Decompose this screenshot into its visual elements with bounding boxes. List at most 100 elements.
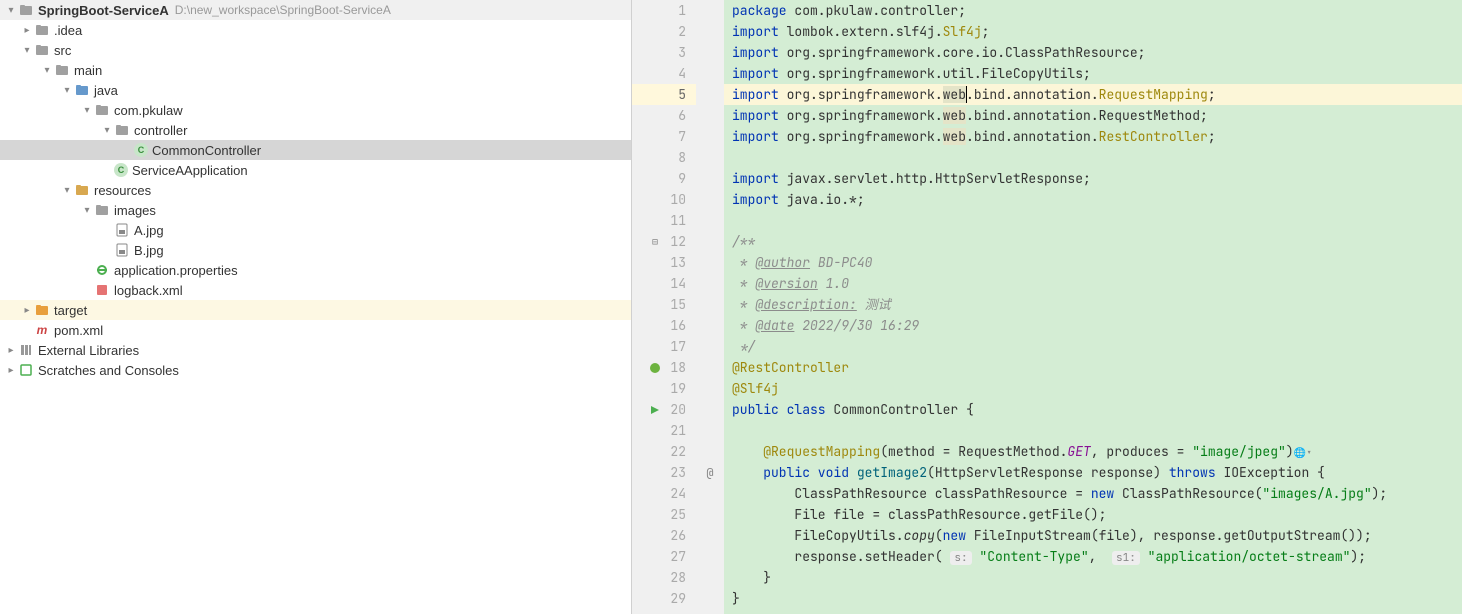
code-line-18[interactable]: @RestController (724, 357, 1462, 378)
chevron-right-icon[interactable]: ▸ (20, 25, 34, 36)
tree-ext-lib[interactable]: ▸ External Libraries (0, 340, 631, 360)
code-line-5[interactable]: import org.springframework.web.bind.anno… (724, 84, 1462, 105)
chevron-right-icon[interactable]: ▸ (4, 365, 18, 376)
gutter-line-2[interactable]: 2 (632, 21, 696, 42)
gutter-line-10[interactable]: 10 (632, 189, 696, 210)
code-line-9[interactable]: import javax.servlet.http.HttpServletRes… (724, 168, 1462, 189)
gutter-line-29[interactable]: 29 (632, 588, 696, 609)
code-line-11[interactable] (724, 210, 1462, 231)
gutter-line-16[interactable]: 16 (632, 315, 696, 336)
gutter-line-21[interactable]: 21 (632, 420, 696, 441)
gutter-line-26[interactable]: 26 (632, 525, 696, 546)
code-line-8[interactable] (724, 147, 1462, 168)
tree-app-props[interactable]: application.properties (0, 260, 631, 280)
code-line-6[interactable]: import org.springframework.web.bind.anno… (724, 105, 1462, 126)
code-line-22[interactable]: @RequestMapping(method = RequestMethod.G… (724, 441, 1462, 462)
code-line-27[interactable]: response.setHeader( s: "Content-Type", s… (724, 546, 1462, 567)
fold-icon[interactable]: ⊟ (648, 235, 662, 249)
gutter-line-14[interactable]: 14 (632, 273, 696, 294)
code-line-2[interactable]: import lombok.extern.slf4j.Slf4j; (724, 21, 1462, 42)
code-line-20[interactable]: public class CommonController { (724, 399, 1462, 420)
gutter-line-27[interactable]: 27 (632, 546, 696, 567)
code-line-29[interactable]: } (724, 588, 1462, 609)
gutter-line-8[interactable]: 8 (632, 147, 696, 168)
code-line-24[interactable]: ClassPathResource classPathResource = ne… (724, 483, 1462, 504)
chevron-down-icon[interactable]: ▾ (60, 85, 74, 96)
gutter-line-7[interactable]: 7 (632, 126, 696, 147)
chevron-down-icon[interactable]: ▾ (60, 185, 74, 196)
chevron-down-icon[interactable]: ▾ (100, 125, 114, 136)
tree-main[interactable]: ▾ main (0, 60, 631, 80)
chevron-right-icon[interactable]: ▸ (4, 345, 18, 356)
tree-a-jpg[interactable]: A.jpg (0, 220, 631, 240)
gutter-line-28[interactable]: 28 (632, 567, 696, 588)
chevron-down-icon[interactable]: ▾ (4, 5, 18, 16)
gutter-line-19[interactable]: 19 (632, 378, 696, 399)
gutter-line-25[interactable]: 25 (632, 504, 696, 525)
code-line-12[interactable]: /** (724, 231, 1462, 252)
gutter-line-13[interactable]: 13 (632, 252, 696, 273)
marker-row-8 (696, 147, 724, 168)
gutter-line-22[interactable]: 22 (632, 441, 696, 462)
tree-item-label: External Libraries (38, 343, 139, 358)
tree-idea[interactable]: ▸ .idea (0, 20, 631, 40)
code-line-21[interactable] (724, 420, 1462, 441)
code-editor[interactable]: 1234567891011⊟12131415161718192021222324… (632, 0, 1462, 614)
code-area[interactable]: package com.pkulaw.controller;import lom… (724, 0, 1462, 614)
gutter-line-6[interactable]: 6 (632, 105, 696, 126)
tree-src[interactable]: ▾ src (0, 40, 631, 60)
project-tree[interactable]: ▾ SpringBoot-ServiceA D:\new_workspace\S… (0, 0, 632, 614)
code-line-13[interactable]: * @author BD-PC40 (724, 252, 1462, 273)
gutter-line-4[interactable]: 4 (632, 63, 696, 84)
chevron-down-icon[interactable]: ▾ (80, 205, 94, 216)
code-line-25[interactable]: File file = classPathResource.getFile(); (724, 504, 1462, 525)
tree-service-app[interactable]: C ServiceAApplication (0, 160, 631, 180)
chevron-right-icon[interactable]: ▸ (20, 305, 34, 316)
tree-java[interactable]: ▾ java (0, 80, 631, 100)
tree-resources[interactable]: ▾ resources (0, 180, 631, 200)
code-line-26[interactable]: FileCopyUtils.copy(new FileInputStream(f… (724, 525, 1462, 546)
code-line-4[interactable]: import org.springframework.util.FileCopy… (724, 63, 1462, 84)
code-line-28[interactable]: } (724, 567, 1462, 588)
gutter-line-1[interactable]: 1 (632, 0, 696, 21)
code-line-10[interactable]: import java.io.*; (724, 189, 1462, 210)
tree-root[interactable]: ▾ SpringBoot-ServiceA D:\new_workspace\S… (0, 0, 631, 20)
chevron-down-icon[interactable]: ▾ (40, 65, 54, 76)
code-line-1[interactable]: package com.pkulaw.controller; (724, 0, 1462, 21)
tree-scratches[interactable]: ▸ Scratches and Consoles (0, 360, 631, 380)
code-line-14[interactable]: * @version 1.0 (724, 273, 1462, 294)
gutter-line-3[interactable]: 3 (632, 42, 696, 63)
tree-target[interactable]: ▸ target (0, 300, 631, 320)
chevron-down-icon[interactable]: ▾ (20, 45, 34, 56)
code-line-3[interactable]: import org.springframework.core.io.Class… (724, 42, 1462, 63)
tree-images[interactable]: ▾ images (0, 200, 631, 220)
chevron-down-icon[interactable]: ▾ (80, 105, 94, 116)
code-line-17[interactable]: */ (724, 336, 1462, 357)
tree-b-jpg[interactable]: B.jpg (0, 240, 631, 260)
code-line-15[interactable]: * @description: 测试 (724, 294, 1462, 315)
run-class-icon[interactable] (648, 403, 662, 417)
code-line-16[interactable]: * @date 2022/9/30 16:29 (724, 315, 1462, 336)
tree-logback[interactable]: logback.xml (0, 280, 631, 300)
gutter-line-5[interactable]: 5 (632, 84, 696, 105)
gutter-line-12[interactable]: ⊟12 (632, 231, 696, 252)
gutter-line-11[interactable]: 11 (632, 210, 696, 231)
marker-row-19 (696, 378, 724, 399)
spring-bean-icon[interactable] (648, 361, 662, 375)
gutter-line-24[interactable]: 24 (632, 483, 696, 504)
gutter-line-9[interactable]: 9 (632, 168, 696, 189)
code-line-7[interactable]: import org.springframework.web.bind.anno… (724, 126, 1462, 147)
endpoint-marker-icon[interactable]: @ (706, 465, 713, 481)
tree-controller[interactable]: ▾ controller (0, 120, 631, 140)
gutter-line-17[interactable]: 17 (632, 336, 696, 357)
code-line-19[interactable]: @Slf4j (724, 378, 1462, 399)
tree-pkg[interactable]: ▾ com.pkulaw (0, 100, 631, 120)
gutter-line-18[interactable]: 18 (632, 357, 696, 378)
gutter-line-23[interactable]: 23 (632, 462, 696, 483)
web-icon[interactable]: 🌐▾ (1294, 446, 1312, 459)
tree-pom[interactable]: m pom.xml (0, 320, 631, 340)
gutter-line-20[interactable]: 20 (632, 399, 696, 420)
tree-common-controller[interactable]: C CommonController (0, 140, 631, 160)
gutter-line-15[interactable]: 15 (632, 294, 696, 315)
code-line-23[interactable]: public void getImage2(HttpServletRespons… (724, 462, 1462, 483)
